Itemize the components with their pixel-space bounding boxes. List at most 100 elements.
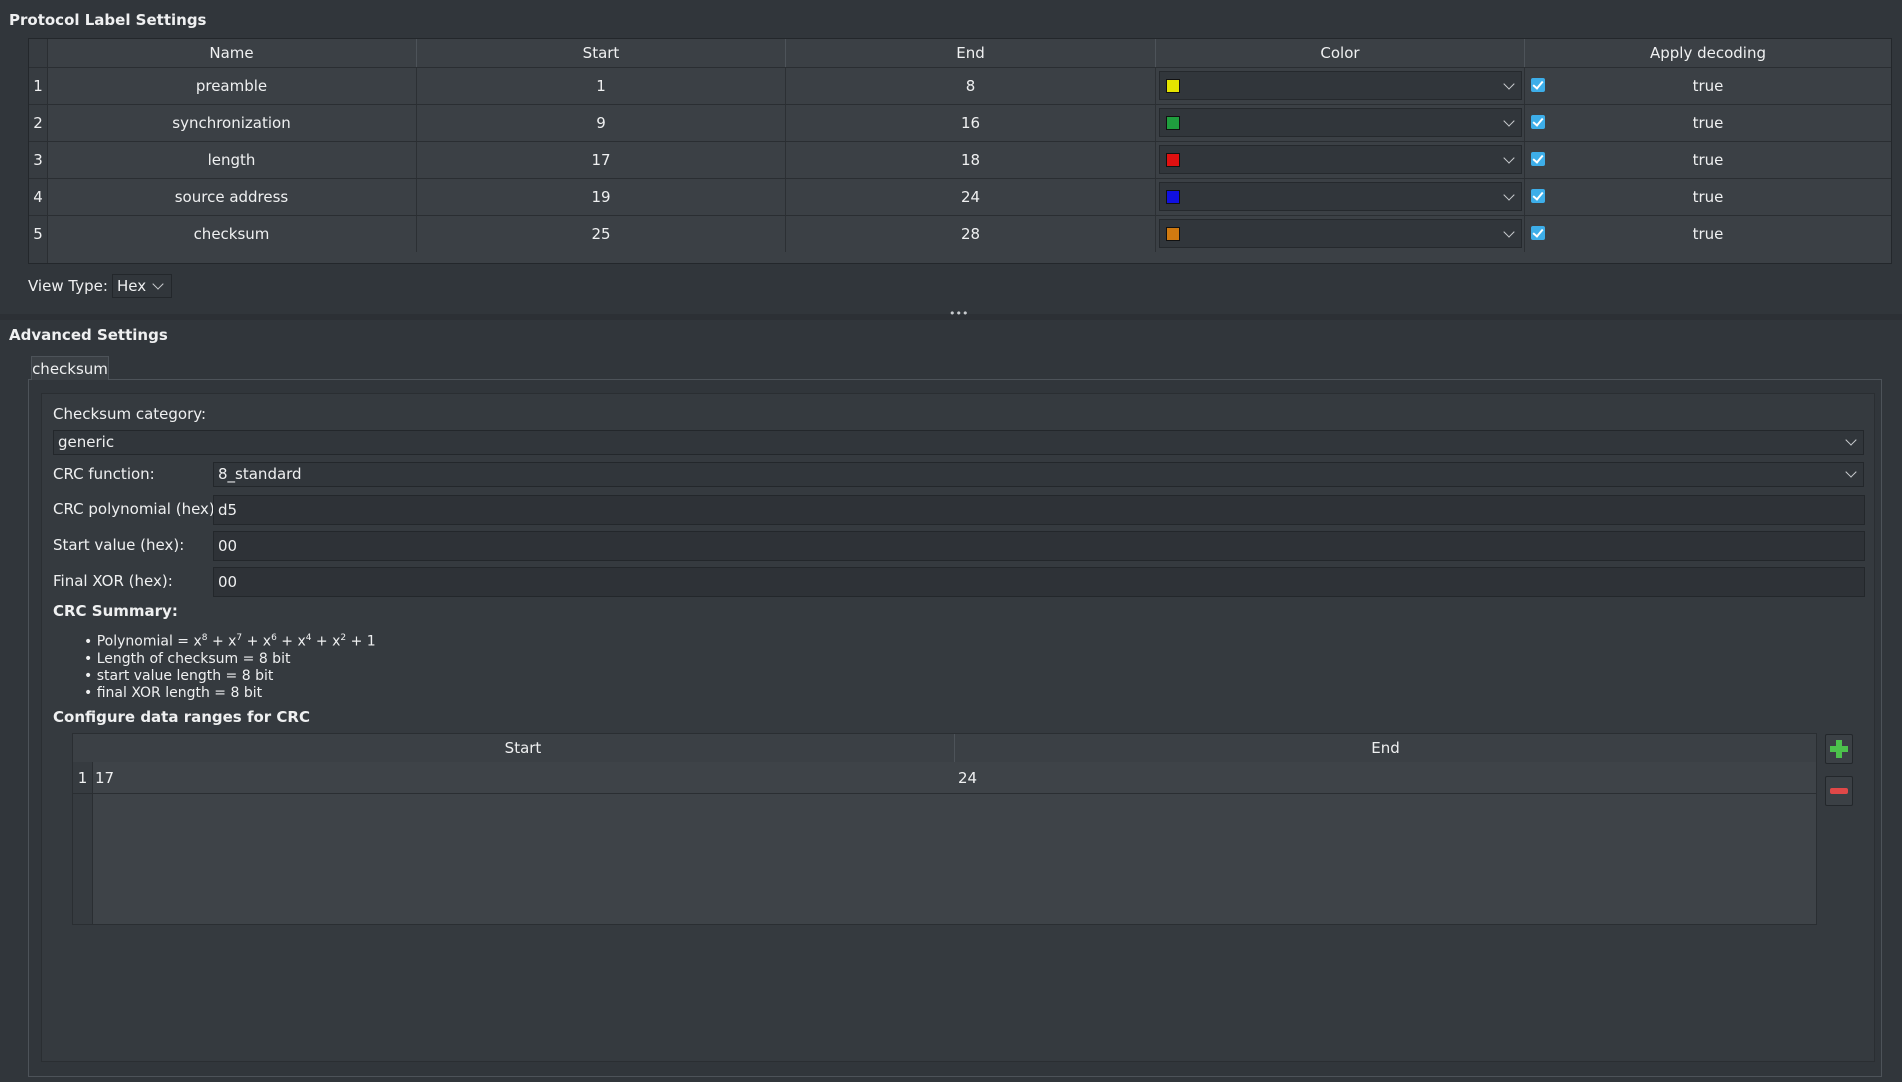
chevron-down-icon bbox=[1845, 434, 1857, 446]
chevron-down-icon bbox=[1503, 189, 1515, 201]
plus-icon bbox=[1830, 740, 1848, 758]
view-type-dropdown[interactable]: Hex bbox=[112, 274, 172, 298]
chevron-down-icon bbox=[1503, 226, 1515, 238]
summary-item: start value length = 8 bit bbox=[84, 668, 376, 685]
label-start-cell[interactable]: 9 bbox=[417, 105, 786, 141]
label-row[interactable]: 5 checksum 25 28 true bbox=[29, 215, 1891, 252]
header-start[interactable]: Start bbox=[92, 734, 955, 762]
chevron-down-icon bbox=[152, 278, 164, 290]
start-value-label: Start value (hex): bbox=[53, 536, 185, 554]
apply-decoding-value: true bbox=[1692, 188, 1724, 206]
label-name-cell[interactable]: preamble bbox=[47, 68, 417, 104]
view-type-value: Hex bbox=[117, 277, 147, 295]
color-dropdown[interactable] bbox=[1159, 219, 1522, 248]
label-start-cell[interactable]: 1 bbox=[417, 68, 786, 104]
apply-decoding-checkbox[interactable] bbox=[1531, 226, 1545, 240]
view-type-label: View Type: bbox=[28, 277, 108, 295]
color-swatch bbox=[1166, 116, 1180, 130]
label-color-cell bbox=[1156, 179, 1525, 215]
checksum-category-dropdown[interactable]: generic bbox=[53, 430, 1864, 455]
apply-decoding-checkbox[interactable] bbox=[1531, 152, 1545, 166]
apply-decoding-value: true bbox=[1692, 114, 1724, 132]
remove-range-button[interactable] bbox=[1825, 776, 1853, 806]
apply-decoding-value: true bbox=[1692, 225, 1724, 243]
label-row[interactable]: 2 synchronization 9 16 true bbox=[29, 104, 1891, 141]
label-row[interactable]: 4 source address 19 24 true bbox=[29, 178, 1891, 215]
label-start-cell[interactable]: 25 bbox=[417, 216, 786, 252]
color-dropdown[interactable] bbox=[1159, 71, 1522, 100]
label-name-cell[interactable]: source address bbox=[47, 179, 417, 215]
label-start-cell[interactable]: 17 bbox=[417, 142, 786, 178]
label-color-cell bbox=[1156, 216, 1525, 252]
color-swatch bbox=[1166, 190, 1180, 204]
label-color-cell bbox=[1156, 105, 1525, 141]
label-apply-cell: true bbox=[1525, 216, 1891, 252]
summary-item: final XOR length = 8 bit bbox=[84, 685, 376, 702]
header-start[interactable]: Start bbox=[417, 39, 786, 67]
checksum-category-value: generic bbox=[58, 433, 115, 451]
header-name[interactable]: Name bbox=[47, 39, 417, 67]
tab-checksum[interactable]: checksum bbox=[31, 356, 109, 380]
label-end-cell[interactable]: 28 bbox=[786, 216, 1156, 252]
range-start-cell[interactable]: 17 bbox=[95, 762, 114, 794]
crc-polynomial-input[interactable]: d5 bbox=[213, 495, 1865, 525]
label-apply-cell: true bbox=[1525, 68, 1891, 104]
apply-decoding-checkbox[interactable] bbox=[1531, 189, 1545, 203]
crc-ranges-table[interactable]: Start End 1 17 24 bbox=[72, 733, 1817, 925]
label-table[interactable]: Name Start End Color Apply decoding 1 pr… bbox=[28, 38, 1892, 264]
crc-function-value: 8_standard bbox=[218, 465, 302, 483]
label-name-cell[interactable]: checksum bbox=[47, 216, 417, 252]
advanced-settings-title: Advanced Settings bbox=[9, 326, 168, 344]
add-range-button[interactable] bbox=[1825, 734, 1853, 764]
label-end-cell[interactable]: 18 bbox=[786, 142, 1156, 178]
chevron-down-icon bbox=[1503, 115, 1515, 127]
label-color-cell bbox=[1156, 142, 1525, 178]
header-color[interactable]: Color bbox=[1156, 39, 1525, 67]
label-apply-cell: true bbox=[1525, 179, 1891, 215]
label-start-cell[interactable]: 19 bbox=[417, 179, 786, 215]
checksum-category-label: Checksum category: bbox=[53, 405, 207, 423]
crc-function-label: CRC function: bbox=[53, 465, 155, 483]
color-swatch bbox=[1166, 227, 1180, 241]
label-end-cell[interactable]: 24 bbox=[786, 179, 1156, 215]
color-dropdown[interactable] bbox=[1159, 108, 1522, 137]
label-end-cell[interactable]: 16 bbox=[786, 105, 1156, 141]
label-apply-cell: true bbox=[1525, 105, 1891, 141]
apply-decoding-checkbox[interactable] bbox=[1531, 115, 1545, 129]
summary-item: Length of checksum = 8 bit bbox=[84, 651, 376, 668]
label-name-cell[interactable]: synchronization bbox=[47, 105, 417, 141]
label-end-cell[interactable]: 8 bbox=[786, 68, 1156, 104]
row-number: 5 bbox=[33, 225, 43, 243]
label-row[interactable]: 3 length 17 18 true bbox=[29, 141, 1891, 178]
chevron-down-icon bbox=[1845, 466, 1857, 478]
header-apply-decoding[interactable]: Apply decoding bbox=[1525, 39, 1891, 67]
row-number: 2 bbox=[33, 114, 43, 132]
splitter-grip-icon: ••• bbox=[949, 307, 969, 320]
final-xor-input[interactable]: 00 bbox=[213, 567, 1865, 597]
splitter-handle[interactable]: ••• bbox=[0, 307, 1902, 320]
final-xor-label: Final XOR (hex): bbox=[53, 572, 173, 590]
label-table-header: Name Start End Color Apply decoding bbox=[29, 39, 1891, 67]
checksum-settings-panel bbox=[41, 393, 1875, 1062]
crc-polynomial-label: CRC polynomial (hex): bbox=[53, 500, 220, 518]
label-name-cell[interactable]: length bbox=[47, 142, 417, 178]
crc-function-dropdown[interactable]: 8_standard bbox=[213, 462, 1864, 487]
label-apply-cell: true bbox=[1525, 142, 1891, 178]
range-end-cell[interactable]: 24 bbox=[958, 762, 977, 794]
ranges-table-header: Start End bbox=[73, 734, 1816, 762]
header-end[interactable]: End bbox=[786, 39, 1156, 67]
polynomial-prefix: Polynomial = bbox=[96, 633, 194, 650]
chevron-down-icon bbox=[1503, 152, 1515, 164]
row-number: 3 bbox=[33, 151, 43, 169]
row-number: 1 bbox=[33, 77, 43, 95]
apply-decoding-checkbox[interactable] bbox=[1531, 78, 1545, 92]
start-value-input[interactable]: 00 bbox=[213, 531, 1865, 561]
range-row[interactable]: 1 17 24 bbox=[73, 762, 1816, 794]
protocol-label-settings-title: Protocol Label Settings bbox=[9, 11, 207, 29]
header-end[interactable]: End bbox=[955, 734, 1816, 762]
label-row[interactable]: 1 preamble 1 8 true bbox=[29, 67, 1891, 104]
minus-icon bbox=[1830, 788, 1848, 794]
color-dropdown[interactable] bbox=[1159, 145, 1522, 174]
color-dropdown[interactable] bbox=[1159, 182, 1522, 211]
summary-item-polynomial: Polynomial = x8 + x7 + x6 + x4 + x2 + 1 bbox=[84, 630, 376, 651]
